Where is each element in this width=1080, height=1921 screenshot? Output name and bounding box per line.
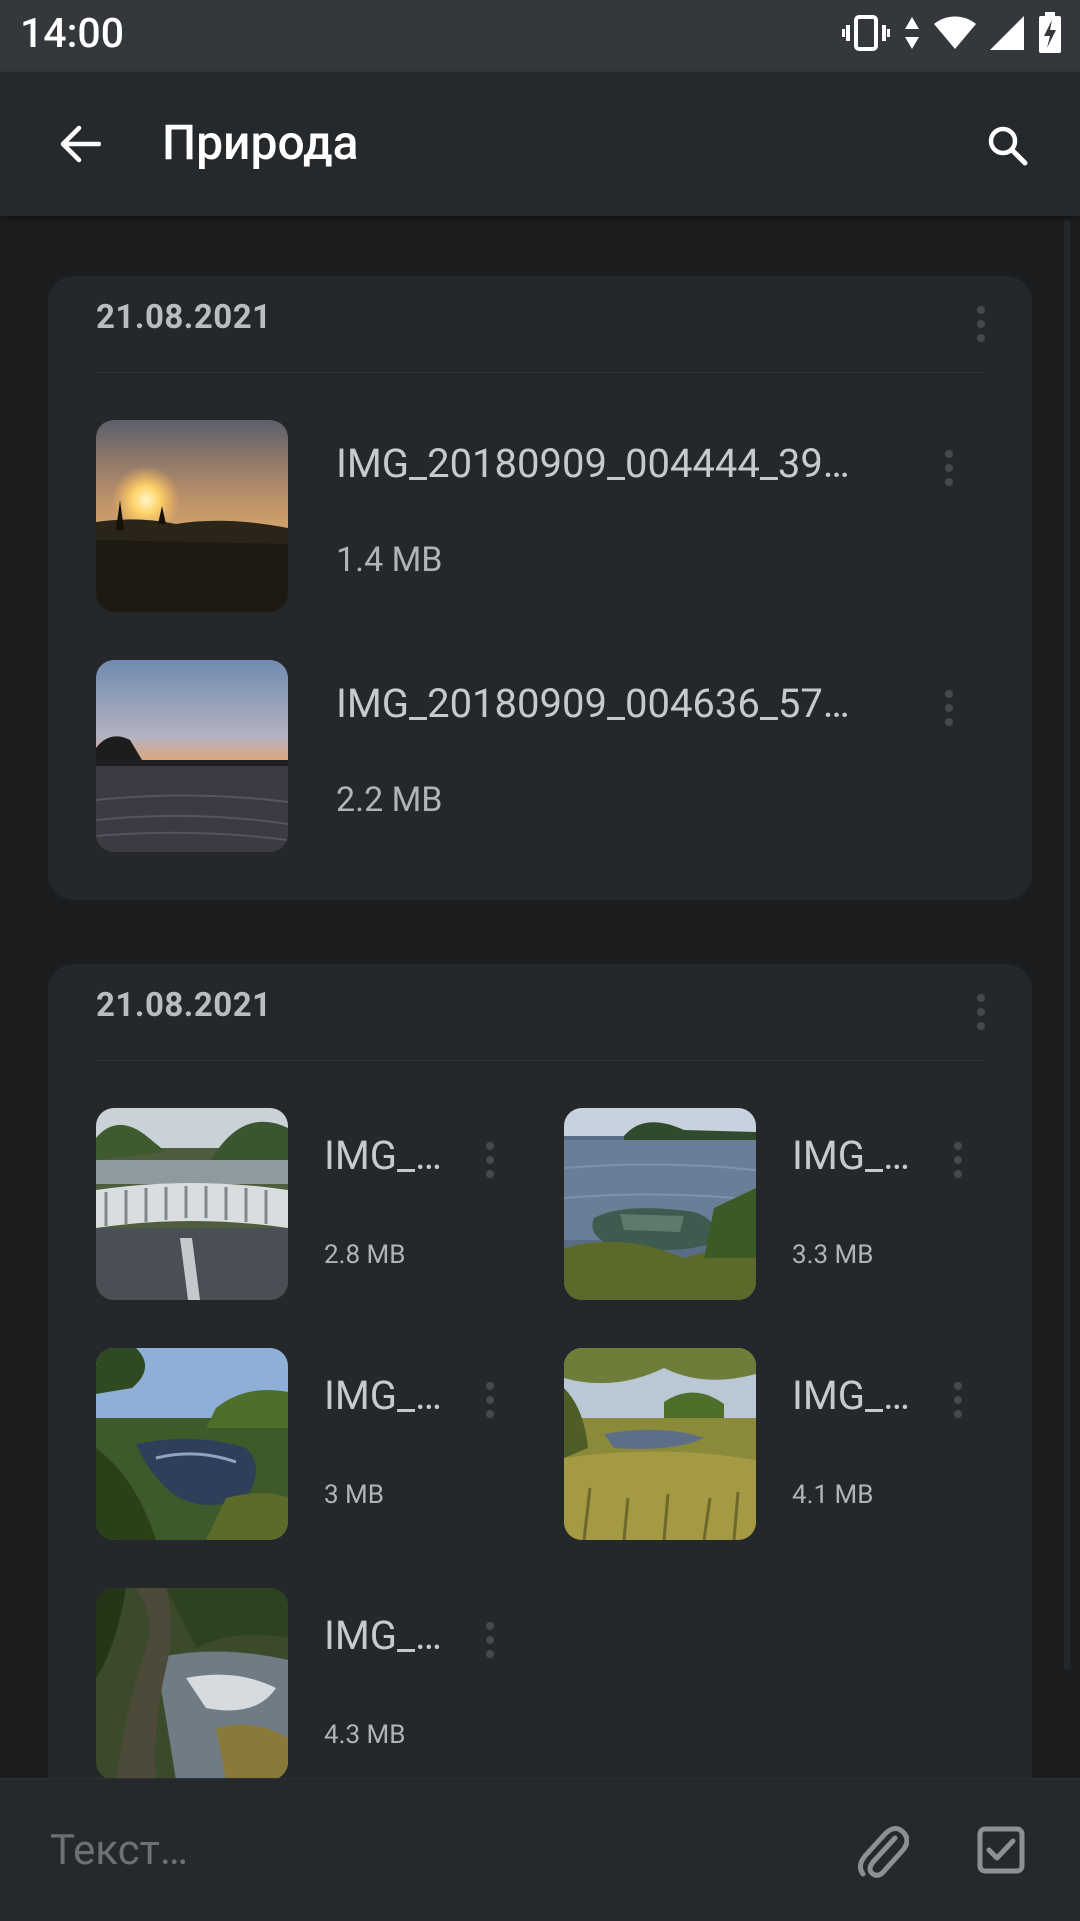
more-vert-icon <box>945 690 953 726</box>
file-menu-button[interactable] <box>460 1376 520 1424</box>
checkbox-icon <box>977 1826 1025 1874</box>
file-size: 4.3 MB <box>324 1720 406 1750</box>
select-button[interactable] <box>968 1817 1034 1883</box>
file-name: IMG_20180909_004636_57… <box>336 680 850 727</box>
image-thumbnail[interactable] <box>96 660 288 852</box>
group-header: 21.08.2021 <box>48 964 1032 1061</box>
page-title: Природа <box>162 114 359 171</box>
file-size: 2.2 MB <box>336 780 443 820</box>
group-header: 21.08.2021 <box>48 276 1032 373</box>
image-thumbnail[interactable] <box>564 1348 756 1540</box>
more-vert-icon <box>954 1142 962 1178</box>
message-input-bar <box>0 1778 1080 1921</box>
file-menu-button[interactable] <box>914 684 984 732</box>
grid-item[interactable]: IMG_… 4.1 MB <box>564 1348 1008 1540</box>
status-time: 14:00 <box>20 10 125 58</box>
file-menu-button[interactable] <box>914 444 984 492</box>
more-vert-icon <box>486 1622 494 1658</box>
scrollbar[interactable] <box>1064 220 1070 1670</box>
image-thumbnail[interactable] <box>96 1348 288 1540</box>
more-vert-icon <box>977 306 985 342</box>
file-name: IMG_20180909_004444_39… <box>336 440 850 487</box>
paperclip-icon <box>857 1826 909 1878</box>
group-date: 21.08.2021 <box>96 986 272 1025</box>
file-size: 4.1 MB <box>792 1480 874 1510</box>
image-thumbnail[interactable] <box>564 1108 756 1300</box>
file-menu-button[interactable] <box>928 1136 988 1184</box>
file-name: IMG_… <box>324 1612 442 1659</box>
grid-item[interactable]: IMG_… 4.3 MB <box>96 1588 540 1778</box>
vibrate-icon <box>842 15 890 51</box>
file-menu-button[interactable] <box>460 1616 520 1664</box>
divider <box>96 372 984 373</box>
cell-signal-icon <box>990 16 1024 50</box>
back-button[interactable] <box>40 114 120 174</box>
list-item[interactable]: IMG_20180909_004636_57… 2.2 MB <box>96 660 984 852</box>
list-item[interactable]: IMG_20180909_004444_39… 1.4 MB <box>96 420 984 612</box>
file-size: 1.4 MB <box>336 540 443 580</box>
file-group: 21.08.2021 IMG_… 2.8 MB IMG_… 3.3 MB IMG… <box>48 964 1032 1778</box>
file-name: IMG_… <box>324 1132 442 1179</box>
search-button[interactable] <box>972 110 1042 180</box>
file-name: IMG_… <box>792 1372 910 1419</box>
more-vert-icon <box>977 994 985 1030</box>
more-vert-icon <box>486 1382 494 1418</box>
file-size: 2.8 MB <box>324 1240 406 1270</box>
more-vert-icon <box>954 1382 962 1418</box>
group-menu-button[interactable] <box>966 988 996 1036</box>
battery-charging-icon <box>1039 12 1061 53</box>
attach-button[interactable] <box>850 1817 916 1883</box>
file-group: 21.08.2021 IMG_20180909_004444_39… 1.4 M… <box>48 276 1032 900</box>
file-size: 3.3 MB <box>792 1240 874 1270</box>
wifi-icon <box>934 16 976 49</box>
grid-item[interactable]: IMG_… 3 MB <box>96 1348 540 1540</box>
arrow-back-icon <box>60 125 101 163</box>
status-bar: 14:00 <box>0 0 1080 72</box>
file-name: IMG_… <box>324 1372 442 1419</box>
file-list[interactable]: 21.08.2021 IMG_20180909_004444_39… 1.4 M… <box>0 216 1080 1778</box>
app-bar: Природа <box>0 72 1080 216</box>
group-date: 21.08.2021 <box>96 298 272 337</box>
data-arrows-icon <box>905 17 919 49</box>
grid-item[interactable]: IMG_… 3.3 MB <box>564 1108 1008 1300</box>
search-icon <box>988 126 1028 166</box>
image-thumbnail[interactable] <box>96 420 288 612</box>
file-name: IMG_… <box>792 1132 910 1179</box>
file-menu-button[interactable] <box>928 1376 988 1424</box>
image-thumbnail[interactable] <box>96 1108 288 1300</box>
group-menu-button[interactable] <box>966 300 996 348</box>
grid-item[interactable]: IMG_… 2.8 MB <box>96 1108 540 1300</box>
text-input[interactable] <box>48 1809 812 1891</box>
more-vert-icon <box>486 1142 494 1178</box>
file-menu-button[interactable] <box>460 1136 520 1184</box>
more-vert-icon <box>945 450 953 486</box>
status-icons <box>842 12 1062 54</box>
image-thumbnail[interactable] <box>96 1588 288 1778</box>
divider <box>96 1060 984 1061</box>
file-size: 3 MB <box>324 1480 384 1510</box>
